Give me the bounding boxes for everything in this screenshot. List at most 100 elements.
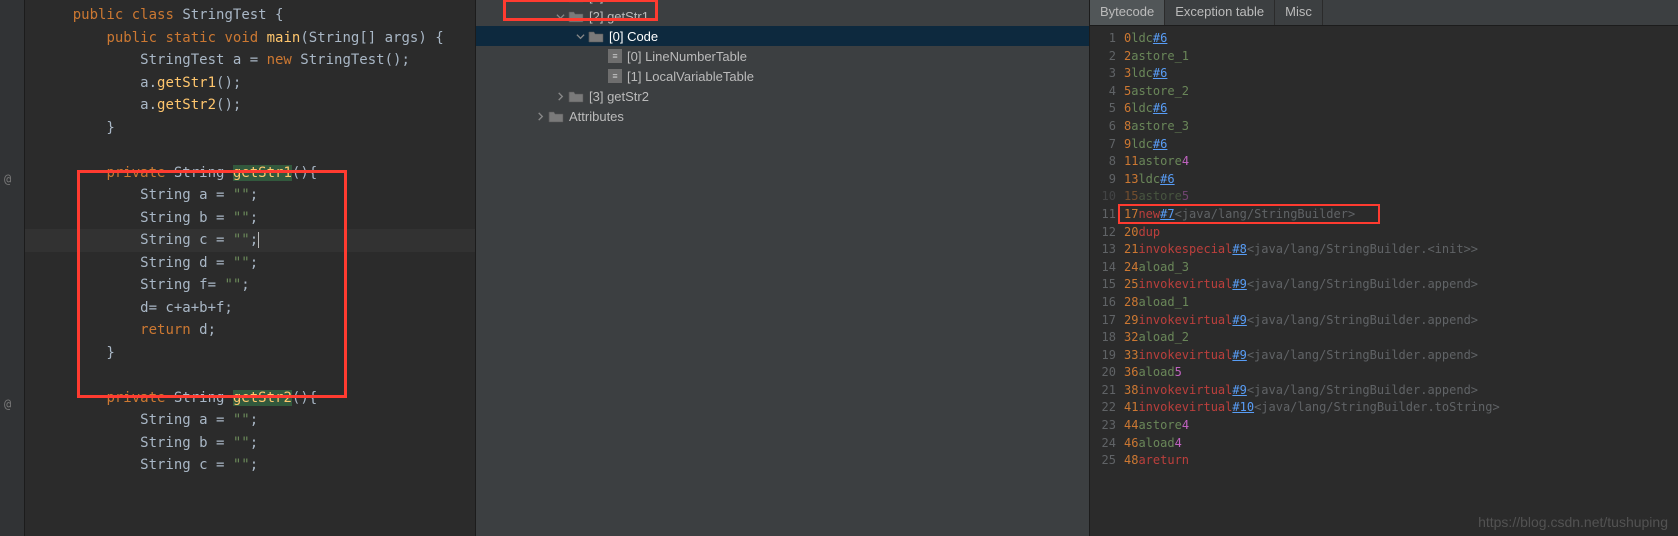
bytecode-row[interactable]: 1832 aload_2 xyxy=(1090,329,1678,347)
bytecode-row[interactable]: 913 ldc #6 xyxy=(1090,171,1678,189)
bytecode-row[interactable]: 1321 invokespecial #8 <java/lang/StringB… xyxy=(1090,241,1678,259)
bytecode-row[interactable]: 1117 new #7 <java/lang/StringBuilder> xyxy=(1090,206,1678,224)
bytecode-row[interactable]: 68 astore_3 xyxy=(1090,118,1678,136)
tab-exception-table[interactable]: Exception table xyxy=(1165,0,1275,25)
bytecode-opcode: astore_1 xyxy=(1131,48,1189,66)
bytecode-row[interactable]: 10 ldc #6 xyxy=(1090,30,1678,48)
code-line[interactable]: } xyxy=(25,342,475,365)
code-line[interactable]: d= c+a+b+f; xyxy=(25,297,475,320)
code-line[interactable]: String a = ""; xyxy=(25,409,475,432)
tab-misc[interactable]: Misc xyxy=(1275,0,1323,25)
tree-item[interactable]: [2] getStr1 xyxy=(476,6,1089,26)
code-line[interactable]: public class StringTest { xyxy=(25,4,475,27)
bytecode-row[interactable]: 2241 invokevirtual #10 <java/lang/String… xyxy=(1090,399,1678,417)
code-line[interactable]: String a = ""; xyxy=(25,184,475,207)
bytecode-comment: <java/lang/StringBuilder> xyxy=(1175,206,1356,224)
code-line[interactable]: } xyxy=(25,117,475,140)
code-line[interactable]: private String getStr1(){ xyxy=(25,162,475,185)
bytecode-ref-link[interactable]: #6 xyxy=(1153,30,1167,48)
bytecode-row[interactable]: 1729 invokevirtual #9 <java/lang/StringB… xyxy=(1090,312,1678,330)
chevron-down-icon[interactable] xyxy=(554,0,566,2)
bytecode-row[interactable]: 2138 invokevirtual #9 <java/lang/StringB… xyxy=(1090,382,1678,400)
bytecode-row[interactable]: 811 astore 4 xyxy=(1090,153,1678,171)
code-line[interactable]: String f= ""; xyxy=(25,274,475,297)
bytecode-opcode: invokevirtual xyxy=(1138,276,1232,294)
bytecode-row[interactable]: 1933 invokevirtual #9 <java/lang/StringB… xyxy=(1090,347,1678,365)
code-line[interactable]: private String getStr2(){ xyxy=(25,387,475,410)
bytecode-ref-link[interactable]: #6 xyxy=(1153,65,1167,83)
bytecode-row[interactable]: 1220 dup xyxy=(1090,224,1678,242)
bytecode-ref-link[interactable]: #9 xyxy=(1232,382,1246,400)
tree-item[interactable]: [3] getStr2 xyxy=(476,86,1089,106)
bytecode-ref-link[interactable]: #9 xyxy=(1232,276,1246,294)
bytecode-ref-link[interactable]: #9 xyxy=(1232,347,1246,365)
bytecode-offset: 36 xyxy=(1124,364,1138,382)
tree-item[interactable]: [0] Code xyxy=(476,26,1089,46)
bytecode-offset: 5 xyxy=(1124,83,1131,101)
bytecode-offset: 41 xyxy=(1124,399,1138,417)
bytecode-line-number: 8 xyxy=(1096,153,1116,171)
bytecode-row[interactable]: 45 astore_2 xyxy=(1090,83,1678,101)
code-line[interactable]: String b = ""; xyxy=(25,432,475,455)
bytecode-line-number: 1 xyxy=(1096,30,1116,48)
bytecode-offset: 21 xyxy=(1124,241,1138,259)
bytecode-row[interactable]: 2036 aload 5 xyxy=(1090,364,1678,382)
bytecode-ref-link[interactable]: #6 xyxy=(1153,136,1167,154)
bytecode-row[interactable]: 56 ldc #6 xyxy=(1090,100,1678,118)
bytecode-arg: 5 xyxy=(1175,364,1182,382)
bytecode-row[interactable]: 1424 aload_3 xyxy=(1090,259,1678,277)
bytecode-list[interactable]: 10 ldc #622 astore_133 ldc #645 astore_2… xyxy=(1090,26,1678,536)
bytecode-row[interactable]: 2344 astore 4 xyxy=(1090,417,1678,435)
bytecode-ref-link[interactable]: #10 xyxy=(1232,399,1254,417)
code-line[interactable]: String c = ""; xyxy=(25,454,475,477)
bytecode-row[interactable]: 1628 aload_1 xyxy=(1090,294,1678,312)
code-line[interactable]: StringTest a = new StringTest(); xyxy=(25,49,475,72)
tree-item-label: [2] getStr1 xyxy=(589,9,649,24)
bytecode-ref-link[interactable]: #6 xyxy=(1160,171,1174,189)
code-editor[interactable]: public class StringTest { public static … xyxy=(25,0,475,536)
bytecode-offset: 46 xyxy=(1124,435,1138,453)
code-line[interactable]: public static void main(String[] args) { xyxy=(25,27,475,50)
bytecode-row[interactable]: 2446 aload 4 xyxy=(1090,435,1678,453)
chevron-right-icon[interactable] xyxy=(554,90,566,102)
bytecode-opcode: invokespecial xyxy=(1138,241,1232,259)
bytecode-opcode: aload_2 xyxy=(1138,329,1189,347)
bytecode-row[interactable]: 33 ldc #6 xyxy=(1090,65,1678,83)
bytecode-row[interactable]: 1525 invokevirtual #9 <java/lang/StringB… xyxy=(1090,276,1678,294)
bytecode-ref-link[interactable]: #9 xyxy=(1232,312,1246,330)
chevron-down-icon[interactable] xyxy=(574,30,586,42)
bytecode-row[interactable]: 1015 astore 5 xyxy=(1090,188,1678,206)
bytecode-opcode: astore xyxy=(1138,188,1181,206)
code-line[interactable]: a.getStr2(); xyxy=(25,94,475,117)
code-line[interactable] xyxy=(25,139,475,162)
tree-item[interactable]: ≡[1] LocalVariableTable xyxy=(476,66,1089,86)
structure-tree[interactable]: [1] main[2] getStr1[0] Code≡[0] LineNumb… xyxy=(475,0,1090,536)
chevron-right-icon[interactable] xyxy=(534,110,546,122)
bytecode-row[interactable]: 22 astore_1 xyxy=(1090,48,1678,66)
code-line[interactable] xyxy=(25,364,475,387)
bytecode-line-number: 11 xyxy=(1096,206,1116,224)
folder-icon xyxy=(548,109,564,123)
bytecode-opcode: invokevirtual xyxy=(1138,312,1232,330)
bytecode-offset: 29 xyxy=(1124,312,1138,330)
bytecode-row[interactable]: 2548 areturn xyxy=(1090,452,1678,470)
bytecode-ref-link[interactable]: #6 xyxy=(1153,100,1167,118)
chevron-down-icon[interactable] xyxy=(554,10,566,22)
code-line[interactable]: String d = ""; xyxy=(25,252,475,275)
bytecode-opcode: astore_2 xyxy=(1131,83,1189,101)
code-line[interactable]: a.getStr1(); xyxy=(25,72,475,95)
bytecode-offset: 33 xyxy=(1124,347,1138,365)
tab-bytecode[interactable]: Bytecode xyxy=(1090,0,1165,25)
folder-icon xyxy=(568,9,584,23)
bytecode-offset: 24 xyxy=(1124,259,1138,277)
code-line[interactable]: String c = ""; xyxy=(25,229,475,252)
tree-item[interactable]: ≡[0] LineNumberTable xyxy=(476,46,1089,66)
code-line[interactable]: String b = ""; xyxy=(25,207,475,230)
bytecode-comment: <java/lang/StringBuilder.toString> xyxy=(1254,399,1500,417)
bytecode-offset: 6 xyxy=(1124,100,1131,118)
bytecode-ref-link[interactable]: #7 xyxy=(1160,206,1174,224)
code-line[interactable]: return d; xyxy=(25,319,475,342)
bytecode-row[interactable]: 79 ldc #6 xyxy=(1090,136,1678,154)
tree-item[interactable]: Attributes xyxy=(476,106,1089,126)
bytecode-ref-link[interactable]: #8 xyxy=(1232,241,1246,259)
